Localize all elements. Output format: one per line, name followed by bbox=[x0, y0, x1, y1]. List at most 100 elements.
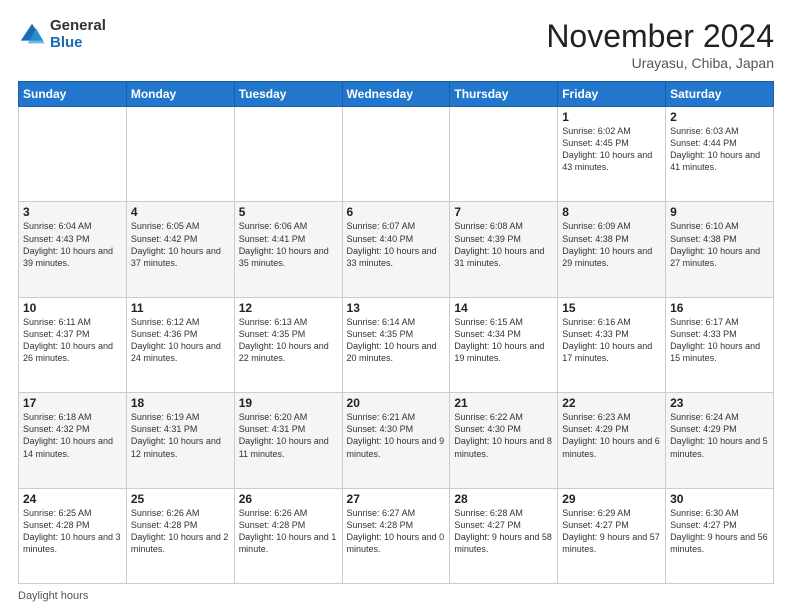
day-info: Sunrise: 6:26 AM Sunset: 4:28 PM Dayligh… bbox=[239, 508, 337, 554]
day-number: 20 bbox=[347, 396, 446, 410]
day-number: 22 bbox=[562, 396, 661, 410]
day-info: Sunrise: 6:29 AM Sunset: 4:27 PM Dayligh… bbox=[562, 508, 660, 554]
day-number: 25 bbox=[131, 492, 230, 506]
title-block: November 2024 Urayasu, Chiba, Japan bbox=[546, 18, 774, 71]
day-info: Sunrise: 6:15 AM Sunset: 4:34 PM Dayligh… bbox=[454, 317, 544, 363]
calendar-cell: 13 Sunrise: 6:14 AM Sunset: 4:35 PM Dayli… bbox=[342, 297, 450, 392]
day-number: 5 bbox=[239, 205, 338, 219]
day-info: Sunrise: 6:11 AM Sunset: 4:37 PM Dayligh… bbox=[23, 317, 113, 363]
day-number: 27 bbox=[347, 492, 446, 506]
day-number: 10 bbox=[23, 301, 122, 315]
calendar-cell: 1 Sunrise: 6:02 AM Sunset: 4:45 PM Daylig… bbox=[558, 107, 666, 202]
calendar-week-row: 1 Sunrise: 6:02 AM Sunset: 4:45 PM Daylig… bbox=[19, 107, 774, 202]
day-info: Sunrise: 6:19 AM Sunset: 4:31 PM Dayligh… bbox=[131, 412, 221, 458]
day-info: Sunrise: 6:14 AM Sunset: 4:35 PM Dayligh… bbox=[347, 317, 437, 363]
day-number: 7 bbox=[454, 205, 553, 219]
weekday-header-row: SundayMondayTuesdayWednesdayThursdayFrid… bbox=[19, 82, 774, 107]
day-info: Sunrise: 6:16 AM Sunset: 4:33 PM Dayligh… bbox=[562, 317, 652, 363]
day-info: Sunrise: 6:23 AM Sunset: 4:29 PM Dayligh… bbox=[562, 412, 660, 458]
day-info: Sunrise: 6:24 AM Sunset: 4:29 PM Dayligh… bbox=[670, 412, 768, 458]
day-number: 9 bbox=[670, 205, 769, 219]
calendar-cell: 20 Sunrise: 6:21 AM Sunset: 4:30 PM Dayli… bbox=[342, 393, 450, 488]
calendar-cell: 3 Sunrise: 6:04 AM Sunset: 4:43 PM Daylig… bbox=[19, 202, 127, 297]
day-number: 24 bbox=[23, 492, 122, 506]
day-number: 30 bbox=[670, 492, 769, 506]
day-number: 15 bbox=[562, 301, 661, 315]
calendar-cell: 24 Sunrise: 6:25 AM Sunset: 4:28 PM Dayli… bbox=[19, 488, 127, 583]
day-number: 2 bbox=[670, 110, 769, 124]
day-info: Sunrise: 6:05 AM Sunset: 4:42 PM Dayligh… bbox=[131, 221, 221, 267]
day-info: Sunrise: 6:10 AM Sunset: 4:38 PM Dayligh… bbox=[670, 221, 760, 267]
weekday-header: Saturday bbox=[666, 82, 774, 107]
day-number: 18 bbox=[131, 396, 230, 410]
day-info: Sunrise: 6:03 AM Sunset: 4:44 PM Dayligh… bbox=[670, 126, 760, 172]
calendar-cell: 29Sunrise: 6:29 AM Sunset: 4:27 PM Dayli… bbox=[558, 488, 666, 583]
weekday-header: Wednesday bbox=[342, 82, 450, 107]
calendar-cell: 28 Sunrise: 6:28 AM Sunset: 4:27 PM Dayli… bbox=[450, 488, 558, 583]
day-info: Sunrise: 6:09 AM Sunset: 4:38 PM Dayligh… bbox=[562, 221, 652, 267]
calendar: SundayMondayTuesdayWednesdayThursdayFrid… bbox=[18, 81, 774, 584]
calendar-week-row: 10 Sunrise: 6:11 AM Sunset: 4:37 PM Dayli… bbox=[19, 297, 774, 392]
calendar-cell: 9 Sunrise: 6:10 AM Sunset: 4:38 PM Daylig… bbox=[666, 202, 774, 297]
day-info: Sunrise: 6:17 AM Sunset: 4:33 PM Dayligh… bbox=[670, 317, 760, 363]
day-number: 16 bbox=[670, 301, 769, 315]
day-info: Sunrise: 6:08 AM Sunset: 4:39 PM Dayligh… bbox=[454, 221, 544, 267]
day-number: 13 bbox=[347, 301, 446, 315]
day-number: 4 bbox=[131, 205, 230, 219]
day-number: 19 bbox=[239, 396, 338, 410]
day-number: 28 bbox=[454, 492, 553, 506]
calendar-cell: 14 Sunrise: 6:15 AM Sunset: 4:34 PM Dayli… bbox=[450, 297, 558, 392]
logo-text: General Blue bbox=[50, 18, 106, 51]
day-info: Sunrise: 6:21 AM Sunset: 4:30 PM Dayligh… bbox=[347, 412, 445, 458]
day-info: Sunrise: 6:13 AM Sunset: 4:35 PM Dayligh… bbox=[239, 317, 329, 363]
day-number: 23 bbox=[670, 396, 769, 410]
calendar-cell: 4 Sunrise: 6:05 AM Sunset: 4:42 PM Daylig… bbox=[126, 202, 234, 297]
day-number: 17 bbox=[23, 396, 122, 410]
weekday-header: Monday bbox=[126, 82, 234, 107]
calendar-cell: 17 Sunrise: 6:18 AM Sunset: 4:32 PM Dayli… bbox=[19, 393, 127, 488]
day-info: Sunrise: 6:06 AM Sunset: 4:41 PM Dayligh… bbox=[239, 221, 329, 267]
calendar-cell bbox=[342, 107, 450, 202]
calendar-cell: 22 Sunrise: 6:23 AM Sunset: 4:29 PM Dayli… bbox=[558, 393, 666, 488]
calendar-cell: 26 Sunrise: 6:26 AM Sunset: 4:28 PM Dayli… bbox=[234, 488, 342, 583]
header: General Blue November 2024 Urayasu, Chib… bbox=[18, 18, 774, 71]
day-info: Sunrise: 6:28 AM Sunset: 4:27 PM Dayligh… bbox=[454, 508, 552, 554]
calendar-cell: 10 Sunrise: 6:11 AM Sunset: 4:37 PM Dayli… bbox=[19, 297, 127, 392]
calendar-cell: 27 Sunrise: 6:27 AM Sunset: 4:28 PM Dayli… bbox=[342, 488, 450, 583]
day-number: 8 bbox=[562, 205, 661, 219]
weekday-header: Tuesday bbox=[234, 82, 342, 107]
calendar-cell: 15 Sunrise: 6:16 AM Sunset: 4:33 PM Dayli… bbox=[558, 297, 666, 392]
calendar-cell bbox=[450, 107, 558, 202]
calendar-cell: 6Sunrise: 6:07 AM Sunset: 4:40 PM Daylig… bbox=[342, 202, 450, 297]
calendar-week-row: 24 Sunrise: 6:25 AM Sunset: 4:28 PM Dayli… bbox=[19, 488, 774, 583]
day-info: Sunrise: 6:26 AM Sunset: 4:28 PM Dayligh… bbox=[131, 508, 229, 554]
day-info: Sunrise: 6:12 AM Sunset: 4:36 PM Dayligh… bbox=[131, 317, 221, 363]
day-number: 11 bbox=[131, 301, 230, 315]
day-info: Sunrise: 6:18 AM Sunset: 4:32 PM Dayligh… bbox=[23, 412, 113, 458]
calendar-cell bbox=[234, 107, 342, 202]
calendar-cell: 23 Sunrise: 6:24 AM Sunset: 4:29 PM Dayli… bbox=[666, 393, 774, 488]
day-info: Sunrise: 6:22 AM Sunset: 4:30 PM Dayligh… bbox=[454, 412, 552, 458]
location: Urayasu, Chiba, Japan bbox=[546, 55, 774, 71]
calendar-cell: 11 Sunrise: 6:12 AM Sunset: 4:36 PM Dayli… bbox=[126, 297, 234, 392]
logo-icon bbox=[18, 21, 46, 49]
day-number: 3 bbox=[23, 205, 122, 219]
logo: General Blue bbox=[18, 18, 106, 51]
day-number: 1 bbox=[562, 110, 661, 124]
day-info: Sunrise: 6:27 AM Sunset: 4:28 PM Dayligh… bbox=[347, 508, 445, 554]
day-number: 26 bbox=[239, 492, 338, 506]
day-number: 14 bbox=[454, 301, 553, 315]
footer: Daylight hours bbox=[18, 590, 774, 602]
day-info: Sunrise: 6:04 AM Sunset: 4:43 PM Dayligh… bbox=[23, 221, 113, 267]
day-number: 6 bbox=[347, 205, 446, 219]
calendar-cell: 2 Sunrise: 6:03 AM Sunset: 4:44 PM Daylig… bbox=[666, 107, 774, 202]
logo-blue: Blue bbox=[50, 35, 106, 52]
calendar-cell: 25 Sunrise: 6:26 AM Sunset: 4:28 PM Dayli… bbox=[126, 488, 234, 583]
day-info: Sunrise: 6:02 AM Sunset: 4:45 PM Dayligh… bbox=[562, 126, 652, 172]
weekday-header: Friday bbox=[558, 82, 666, 107]
day-number: 21 bbox=[454, 396, 553, 410]
day-info: Sunrise: 6:25 AM Sunset: 4:28 PM Dayligh… bbox=[23, 508, 121, 554]
calendar-cell: 21 Sunrise: 6:22 AM Sunset: 4:30 PM Dayli… bbox=[450, 393, 558, 488]
calendar-table: SundayMondayTuesdayWednesdayThursdayFrid… bbox=[18, 81, 774, 584]
calendar-cell: 8 Sunrise: 6:09 AM Sunset: 4:38 PM Daylig… bbox=[558, 202, 666, 297]
